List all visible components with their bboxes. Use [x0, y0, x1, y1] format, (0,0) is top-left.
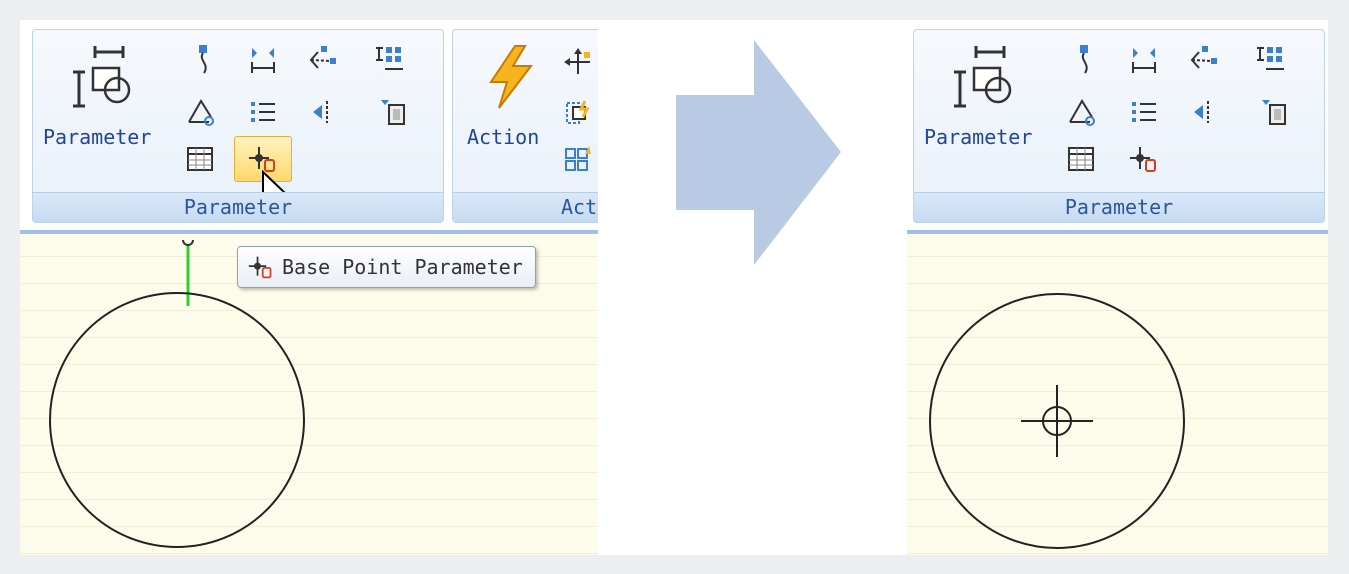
xy-parameter-icon[interactable]: [1254, 42, 1288, 76]
parameter-panel: Parameter Parameter: [32, 29, 444, 223]
move-action-icon[interactable]: [561, 45, 595, 79]
point-parameter-icon[interactable]: [1069, 42, 1103, 76]
array-action-icon[interactable]: [561, 142, 595, 176]
stretch-action-icon[interactable]: [561, 95, 595, 129]
rotation-parameter-icon[interactable]: [183, 95, 217, 129]
action-lightning-icon[interactable]: [481, 42, 541, 112]
visibility-parameter-icon[interactable]: [1187, 95, 1221, 129]
drawing-circle-with-grip[interactable]: [20, 234, 598, 555]
drawing-circle-with-base-point[interactable]: [907, 234, 1328, 555]
flip-parameter-icon[interactable]: [246, 95, 280, 129]
base-point-icon: [1130, 147, 1156, 172]
parameters-table-icon[interactable]: [183, 142, 217, 176]
linear-parameter-icon[interactable]: [246, 42, 280, 76]
before-screenshot: Parameter Parameter Action Act Base Poin…: [20, 20, 598, 555]
right-arrow-icon: [676, 40, 841, 265]
lookup-parameter-icon[interactable]: [1257, 95, 1291, 129]
visibility-parameter-icon[interactable]: [306, 95, 340, 129]
action-panel: Action Act: [452, 29, 598, 223]
parameter-big-icon[interactable]: [946, 40, 1026, 110]
action-button-label[interactable]: Action: [467, 125, 539, 149]
flip-parameter-icon[interactable]: [1127, 95, 1161, 129]
linear-parameter-icon[interactable]: [1127, 42, 1161, 76]
parameter-panel-title: Parameter: [33, 192, 443, 222]
rotation-parameter-icon[interactable]: [1064, 95, 1098, 129]
after-screenshot: Parameter Parameter: [907, 20, 1328, 555]
transition-area: [598, 20, 907, 555]
xy-parameter-icon[interactable]: [373, 42, 407, 76]
polar-parameter-icon[interactable]: [1187, 42, 1221, 76]
parameter-big-icon[interactable]: [65, 40, 145, 110]
action-panel-title: Act: [453, 192, 598, 222]
parameter-panel: Parameter Parameter: [913, 29, 1325, 223]
point-parameter-icon[interactable]: [188, 42, 222, 76]
parameter-button-label[interactable]: Parameter: [43, 125, 151, 149]
lookup-parameter-icon[interactable]: [376, 95, 410, 129]
parameters-table-icon[interactable]: [1064, 142, 1098, 176]
base-point-parameter-button[interactable]: [1127, 142, 1161, 176]
parameter-button-label[interactable]: Parameter: [924, 125, 1032, 149]
polar-parameter-icon[interactable]: [306, 42, 340, 76]
parameter-panel-title: Parameter: [914, 192, 1324, 222]
